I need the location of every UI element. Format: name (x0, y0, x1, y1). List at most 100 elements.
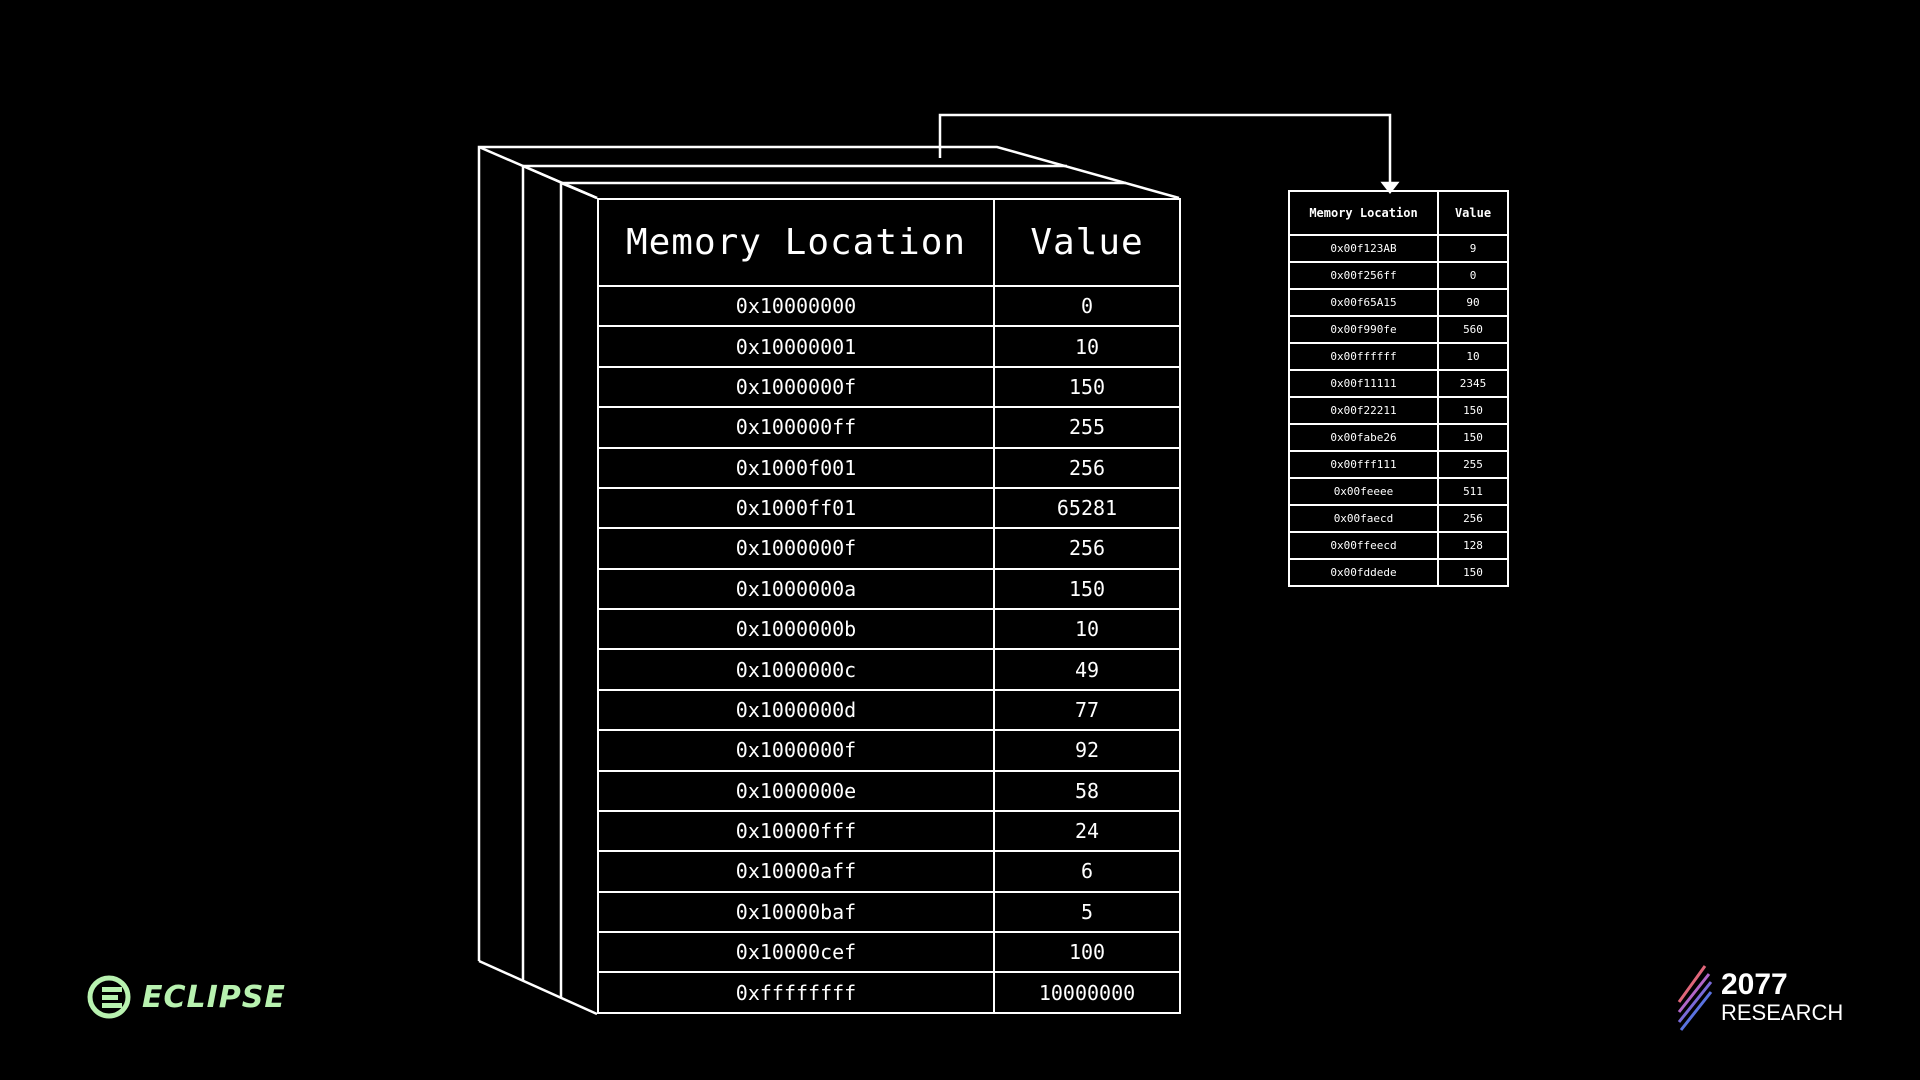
main-table-value-cell: 10 (993, 607, 1181, 651)
small-table-row: 0x00f22211 150 (1288, 396, 1509, 425)
main-table-row: 0x1000000f 256 (597, 527, 1181, 570)
small-table-header: Memory Location Value (1288, 190, 1509, 236)
main-table-row: 0x100000ff 255 (597, 406, 1181, 449)
main-table-row: 0xffffffff 10000000 (597, 971, 1181, 1014)
main-table-value-cell: 150 (993, 567, 1181, 611)
main-header-value: Value (993, 198, 1181, 287)
research-number: 2077 (1721, 968, 1788, 1001)
small-table-location-cell: 0x00fabe26 (1288, 423, 1439, 452)
main-table-row: 0x10000001 10 (597, 325, 1181, 368)
main-table-row: 0x10000baf 5 (597, 890, 1181, 934)
main-table-location-cell: 0x10000fff (597, 809, 995, 853)
small-table-value-cell: 90 (1437, 288, 1509, 317)
small-table-location-cell: 0x00f22211 (1288, 396, 1439, 425)
main-header-location: Memory Location (597, 198, 995, 287)
eclipse-logo-icon (87, 975, 131, 1019)
small-table-row: 0x00fabe26 150 (1288, 423, 1509, 452)
main-table-row: 0x1000000b 10 (597, 607, 1181, 651)
main-table-location-cell: 0x1000000f (597, 365, 995, 409)
small-table-location-cell: 0x00f11111 (1288, 369, 1439, 398)
research-subtitle: RESEARCH (1721, 1000, 1844, 1025)
main-memory-table: Memory Location Value 0x10000000 0 0x10000… (597, 198, 1181, 1014)
main-table-row: 0x10000cef 100 (597, 930, 1181, 974)
main-table-value-cell: 255 (993, 406, 1181, 449)
main-table-location-cell: 0x1000000d (597, 688, 995, 732)
main-table-location-cell: 0x1000ff01 (597, 486, 995, 530)
small-table-row: 0x00f256ff 0 (1288, 261, 1509, 290)
small-table-row: 0x00feeee 511 (1288, 477, 1509, 506)
eclipse-brand: ECLIPSE (86, 974, 286, 1020)
small-table-location-cell: 0x00ffeecd (1288, 531, 1439, 560)
main-table-value-cell: 6 (993, 850, 1181, 893)
main-table-row: 0x1000ff01 65281 (597, 486, 1181, 530)
main-table-row: 0x1000000e 58 (597, 769, 1181, 812)
main-table-row: 0x1000000f 92 (597, 729, 1181, 772)
small-table-value-cell: 256 (1437, 504, 1509, 533)
main-table-location-cell: 0x10000baf (597, 890, 995, 934)
small-table-row: 0x00f65A15 90 (1288, 288, 1509, 317)
small-table-row: 0x00fff111 255 (1288, 450, 1509, 479)
small-table-row: 0x00fddede 150 (1288, 558, 1509, 587)
main-table-location-cell: 0x10000cef (597, 930, 995, 974)
small-table-value-cell: 0 (1437, 261, 1509, 290)
small-table-row: 0x00f11111 2345 (1288, 369, 1509, 398)
main-table-value-cell: 49 (993, 648, 1181, 691)
main-table-row: 0x1000000d 77 (597, 688, 1181, 732)
small-table-row: 0x00ffeecd 128 (1288, 531, 1509, 560)
main-table-row: 0x10000fff 24 (597, 809, 1181, 853)
small-memory-table: Memory Location Value 0x00f123AB 9 0x00f25… (1288, 190, 1509, 587)
main-table-value-cell: 10 (993, 325, 1181, 368)
main-table-location-cell: 0x10000000 (597, 284, 995, 328)
small-table-value-cell: 9 (1437, 234, 1509, 263)
main-table-value-cell: 5 (993, 890, 1181, 934)
small-table-value-cell: 150 (1437, 558, 1509, 587)
eclipse-wordmark: ECLIPSE (142, 979, 286, 1015)
small-table-location-cell: 0x00f65A15 (1288, 288, 1439, 317)
small-header-value: Value (1437, 190, 1509, 236)
main-table-value-cell: 0 (993, 284, 1181, 328)
small-table-row: 0x00f123AB 9 (1288, 234, 1509, 263)
small-table-location-cell: 0x00ffffff (1288, 342, 1439, 371)
small-table-location-cell: 0x00fddede (1288, 558, 1439, 587)
main-table-location-cell: 0x10000001 (597, 325, 995, 368)
small-table-value-cell: 511 (1437, 477, 1509, 506)
small-table-location-cell: 0x00f990fe (1288, 315, 1439, 344)
main-table-location-cell: 0x1000000a (597, 567, 995, 611)
small-table-value-cell: 128 (1437, 531, 1509, 560)
main-table-value-cell: 10000000 (993, 971, 1181, 1014)
small-table-location-cell: 0x00f256ff (1288, 261, 1439, 290)
small-table-row: 0x00faecd 256 (1288, 504, 1509, 533)
small-table-row: 0x00f990fe 560 (1288, 315, 1509, 344)
main-table-value-cell: 77 (993, 688, 1181, 732)
small-table-value-cell: 150 (1437, 423, 1509, 452)
main-table-location-cell: 0x1000000b (597, 607, 995, 651)
main-table-value-cell: 65281 (993, 486, 1181, 530)
main-table-location-cell: 0x1000000f (597, 729, 995, 772)
small-table-location-cell: 0x00feeee (1288, 477, 1439, 506)
main-table-row: 0x10000aff 6 (597, 850, 1181, 893)
main-table-location-cell: 0x100000ff (597, 406, 995, 449)
main-table-value-cell: 256 (993, 446, 1181, 489)
main-table-location-cell: 0x1000000c (597, 648, 995, 691)
connector-arrow (938, 113, 1400, 195)
main-table-location-cell: 0x1000000e (597, 769, 995, 812)
stripes-logo-icon (1677, 965, 1713, 1031)
main-table-row: 0x1000f001 256 (597, 446, 1181, 489)
small-table-value-cell: 150 (1437, 396, 1509, 425)
small-header-location: Memory Location (1288, 190, 1439, 236)
main-table-value-cell: 256 (993, 527, 1181, 570)
small-table-location-cell: 0x00f123AB (1288, 234, 1439, 263)
small-table-location-cell: 0x00faecd (1288, 504, 1439, 533)
small-table-value-cell: 10 (1437, 342, 1509, 371)
main-table-value-cell: 100 (993, 930, 1181, 974)
main-table-value-cell: 150 (993, 365, 1181, 409)
main-table-value-cell: 92 (993, 729, 1181, 772)
main-table-row: 0x1000000a 150 (597, 567, 1181, 611)
main-table-location-cell: 0x10000aff (597, 850, 995, 893)
main-table-value-cell: 24 (993, 809, 1181, 853)
main-table-header: Memory Location Value (597, 198, 1181, 287)
small-table-value-cell: 2345 (1437, 369, 1509, 398)
small-table-row: 0x00ffffff 10 (1288, 342, 1509, 371)
research-brand: 2077 RESEARCH (1675, 962, 1843, 1032)
main-table-row: 0x10000000 0 (597, 284, 1181, 328)
